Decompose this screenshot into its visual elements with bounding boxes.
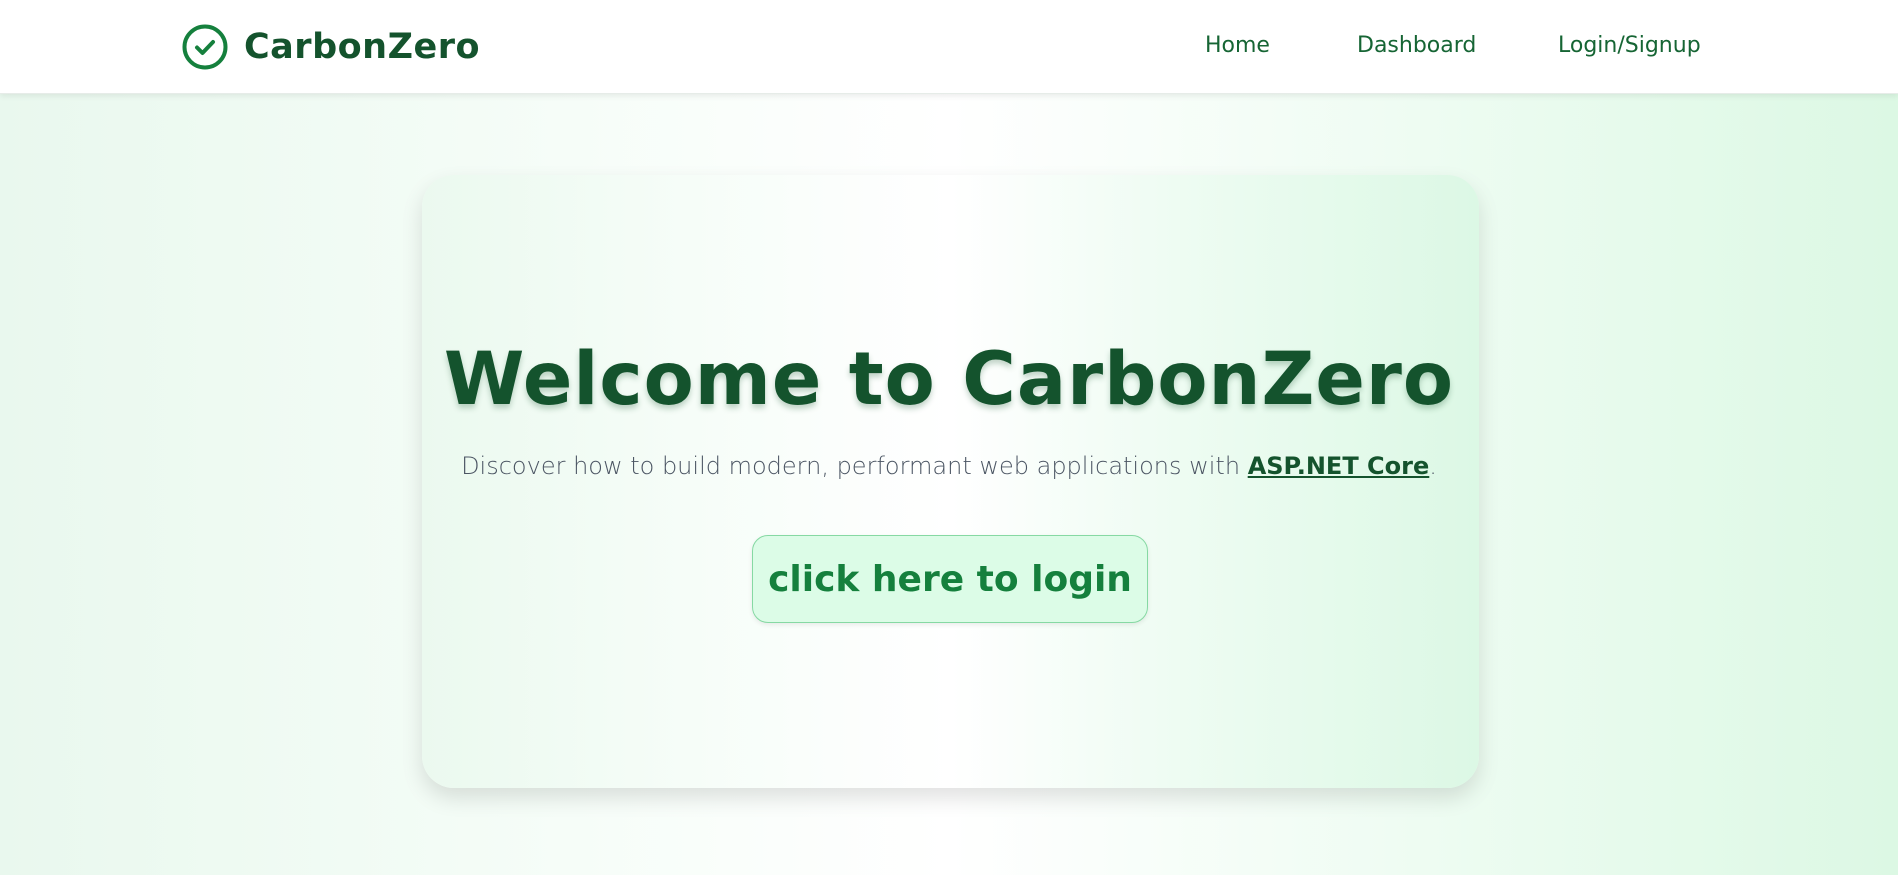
aspnet-core-link[interactable]: ASP.NET Core xyxy=(1248,452,1430,480)
nav-link-dashboard[interactable]: Dashboard xyxy=(1357,33,1476,58)
hero-subtitle-text: Discover how to build modern, performant… xyxy=(461,452,1248,480)
check-circle-icon xyxy=(182,24,228,70)
nav-link-home[interactable]: Home xyxy=(1205,33,1270,58)
brand-logo-link[interactable]: CarbonZero xyxy=(182,23,480,71)
top-navbar: CarbonZero Home Dashboard Login/Signup xyxy=(0,0,1898,94)
login-button[interactable]: click here to login xyxy=(752,535,1148,623)
hero-subtitle: Discover how to build modern, performant… xyxy=(0,450,1898,482)
brand-name: CarbonZero xyxy=(244,27,481,67)
nav-link-login-signup[interactable]: Login/Signup xyxy=(1558,33,1701,58)
hero-title: Welcome to CarbonZero xyxy=(443,337,1455,422)
hero-subtitle-period: . xyxy=(1429,452,1437,480)
